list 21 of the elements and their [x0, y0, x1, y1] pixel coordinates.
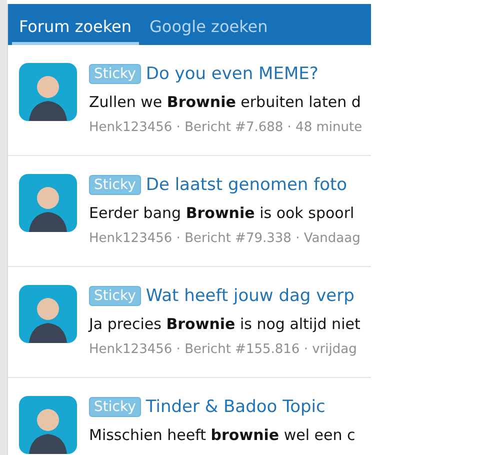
sticky-badge: Sticky [89, 397, 141, 417]
thread-title-link[interactable]: Do you even MEME? [146, 64, 318, 84]
post-snippet: Zullen we Brownie erbuiten laten d [89, 93, 362, 111]
thread-title-link[interactable]: Wat heeft jouw dag verp [146, 286, 354, 306]
sticky-badge: Sticky [89, 175, 141, 195]
sticky-badge: Sticky [89, 286, 141, 306]
post-snippet: Eerder bang Brownie is ook spoorl [89, 204, 356, 222]
post-meta: Henk123456 · Bericht #7.688 · 48 minute [89, 120, 362, 135]
thread-title-link[interactable]: De laatst genomen foto [146, 175, 348, 195]
avatar[interactable] [19, 285, 77, 343]
sticky-badge: Sticky [89, 64, 141, 84]
tab[interactable]: Google zoeken [142, 4, 275, 45]
post-snippet: Misschien heeft brownie wel een c [89, 426, 356, 444]
post-meta: Henk123456 · Bericht #155.816 · vrijdag [89, 342, 358, 357]
post-meta: Henk123456 · Bericht #79.338 · Vandaag [89, 231, 360, 246]
avatar[interactable] [19, 63, 77, 121]
avatar[interactable] [19, 396, 77, 454]
post-snippet: Ja precies Brownie is nog altijd niet [89, 315, 360, 333]
tab[interactable]: Forum zoeken [12, 4, 139, 45]
avatar[interactable] [19, 174, 77, 232]
thread-title-link[interactable]: Tinder & Badoo Topic [146, 397, 326, 417]
